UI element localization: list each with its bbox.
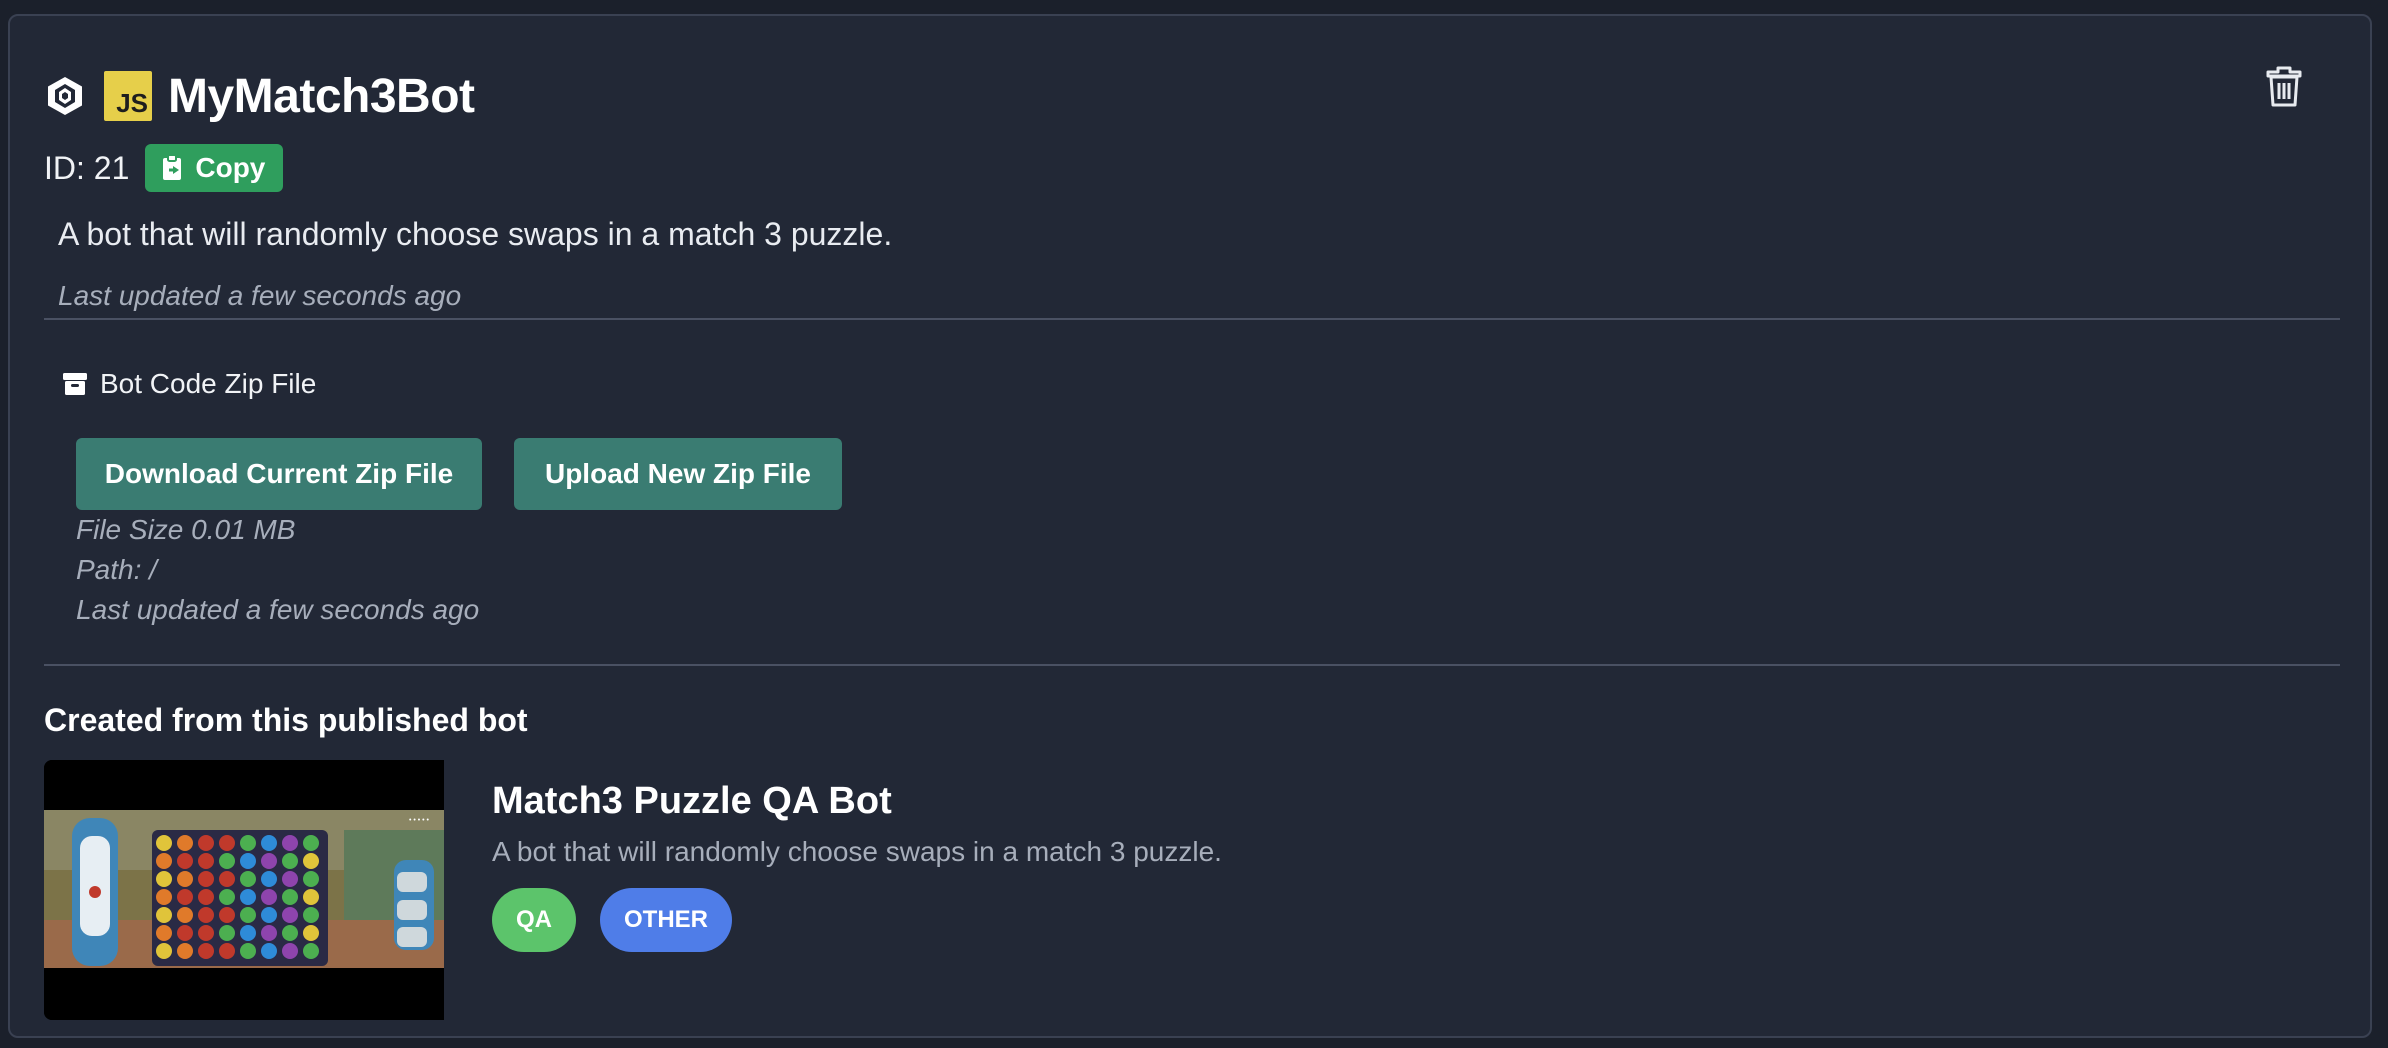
zip-heading-label: Bot Code Zip File	[100, 368, 317, 399]
bot-card: JS MyMatch3Bot ID: 21 Copy A bot that wi…	[8, 14, 2372, 1038]
tag-qa[interactable]: QA	[492, 888, 576, 952]
copy-label: Copy	[195, 152, 266, 183]
divider	[44, 318, 2340, 320]
copy-id-button[interactable]: Copy	[145, 144, 284, 192]
trash-icon[interactable]	[2264, 64, 2304, 108]
zip-last-updated: Last updated a few seconds ago	[76, 594, 480, 625]
bot-last-updated: Last updated a few seconds ago	[58, 280, 462, 311]
published-bot-name[interactable]: Match3 Puzzle QA Bot	[492, 780, 892, 823]
bot-title: MyMatch3Bot	[168, 69, 475, 123]
archive-icon	[63, 373, 87, 395]
bot-id: ID: 21	[44, 149, 130, 186]
file-path: Path: /	[76, 554, 157, 585]
published-section-title: Created from this published bot	[44, 702, 528, 738]
published-bot-description: A bot that will randomly choose swaps in…	[492, 836, 1222, 867]
unity-icon	[48, 77, 82, 115]
file-size: File Size 0.01 MB	[76, 514, 296, 545]
javascript-icon: JS	[104, 71, 152, 121]
bot-thumbnail[interactable]: • • • • •	[44, 760, 444, 1020]
id-row: ID: 21 Copy	[44, 144, 284, 192]
clipboard-icon	[163, 154, 182, 180]
download-zip-button[interactable]: Download Current Zip File	[76, 438, 482, 510]
upload-zip-button[interactable]: Upload New Zip File	[514, 438, 842, 510]
zip-section-heading: Bot Code Zip File	[62, 368, 316, 400]
bot-description: A bot that will randomly choose swaps in…	[58, 216, 893, 252]
svg-text:• • • • •: • • • • •	[409, 817, 430, 824]
bot-header: JS MyMatch3Bot	[44, 56, 475, 136]
tag-other[interactable]: OTHER	[600, 888, 732, 952]
divider	[44, 664, 2340, 666]
